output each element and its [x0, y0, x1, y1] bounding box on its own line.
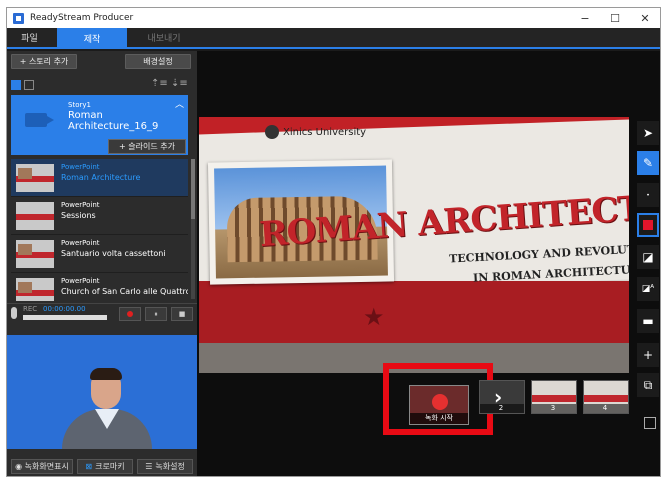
slide-thumbnail — [16, 278, 54, 301]
filmstrip-frame[interactable]: › 2 — [479, 380, 525, 414]
slide-thumbnail — [16, 164, 54, 192]
record-button[interactable] — [119, 307, 141, 321]
show-recording-screen-button[interactable]: ◉ 녹화화면표시 — [11, 459, 73, 474]
slide-title: Church of San Carlo alle Quattro — [61, 287, 188, 296]
tab-export[interactable]: 내보내기 — [129, 28, 199, 47]
filmstrip-frame[interactable]: 3 — [531, 380, 577, 414]
rec-timer: 00:00:00.00 — [43, 305, 86, 313]
record-dot-icon — [432, 394, 448, 410]
slide-thumbnail — [16, 240, 54, 268]
move-up-icon[interactable]: ⇡≡ — [151, 78, 168, 89]
collapse-icon[interactable]: ︿ — [175, 97, 184, 110]
story-panel: + 스토리 추가 배경설정 ⇡≡ ⇣≡ Story1 Roman Archite… — [7, 51, 197, 476]
chroma-key-button[interactable]: ⊠ 크로마키 — [77, 459, 133, 474]
tab-produce[interactable]: 제작 — [57, 28, 127, 49]
recording-settings-label: 녹화설정 — [155, 462, 185, 471]
settings-icon: ☰ — [145, 462, 153, 471]
slide-item[interactable]: PowerPoint Roman Architecture — [11, 159, 188, 197]
record-start-highlight: 녹화 시작 — [383, 363, 493, 435]
recording-settings-button[interactable]: ☰ 녹화설정 — [137, 459, 193, 474]
annotation-toolbar: ➤ ✎ • ◪ ◪ᴬ ▬ + ⧉ — [637, 121, 660, 401]
app-icon — [13, 12, 24, 24]
record-start-button[interactable]: 녹화 시작 — [409, 385, 469, 425]
pause-button[interactable]: ⏸ — [145, 307, 167, 321]
slide-type: PowerPoint — [61, 163, 100, 171]
tab-file[interactable]: 파일 — [7, 28, 52, 47]
slide-canvas[interactable]: Xinics University ROMAN ARCHITECTURE TEC… — [199, 117, 629, 373]
minimize-button[interactable]: − — [570, 8, 600, 28]
story-title: Roman Architecture_16_9 — [68, 110, 159, 132]
slide-type: PowerPoint — [61, 201, 100, 209]
record-start-label: 녹화 시작 — [410, 413, 468, 424]
filmstrip: 녹화 시작 › 2 3 4 — [197, 360, 660, 435]
slide-type: PowerPoint — [61, 277, 100, 285]
list-view-icon[interactable] — [24, 80, 34, 90]
university-emblem-icon — [265, 125, 279, 139]
slide-title: Roman Architecture — [61, 173, 141, 182]
university-logo: Xinics University — [265, 125, 366, 139]
chroma-key-label: 크로마키 — [95, 462, 125, 471]
erase-all-icon[interactable]: ◪ᴬ — [637, 277, 659, 301]
pen-icon[interactable]: ✎ — [637, 151, 659, 175]
window-controls: − ☐ ✕ — [570, 8, 660, 28]
university-name: Xinics University — [283, 126, 367, 138]
move-down-icon[interactable]: ⇣≡ — [171, 78, 188, 89]
add-story-button[interactable]: + 스토리 추가 — [11, 54, 77, 69]
recording-options: ◉ 녹화화면표시 ⊠ 크로마키 ☰ 녹화설정 — [7, 456, 197, 476]
webcam-preview — [7, 335, 197, 449]
background-settings-button[interactable]: 배경설정 — [125, 54, 191, 69]
dot-icon[interactable]: • — [637, 183, 659, 207]
slide-item[interactable]: PowerPoint Church of San Carlo alle Quat… — [11, 273, 188, 301]
fullscreen-icon[interactable] — [644, 417, 656, 429]
microphone-icon[interactable] — [11, 307, 17, 319]
story-label: Story1 — [68, 101, 91, 109]
chroma-key-icon: ⊠ — [85, 462, 93, 471]
slide-list: PowerPoint Roman Architecture PowerPoint… — [11, 159, 188, 301]
slide-item[interactable]: PowerPoint Sessions — [11, 197, 188, 235]
record-bar: REC 00:00:00.00 ⏸ ■ — [7, 303, 197, 323]
slide-type: PowerPoint — [61, 239, 100, 247]
close-button[interactable]: ✕ — [630, 8, 660, 28]
window-title: ReadyStream Producer — [30, 13, 134, 23]
add-slide-button[interactable]: + 슬라이드 추가 — [108, 139, 186, 154]
video-camera-icon — [25, 113, 54, 127]
maximize-button[interactable]: ☐ — [600, 8, 630, 28]
color-picker[interactable] — [637, 213, 659, 237]
app-window: ReadyStream Producer − ☐ ✕ 파일 제작 내보내기 + … — [6, 7, 661, 477]
title-bar: ReadyStream Producer − ☐ ✕ — [7, 8, 660, 28]
slide-title: Sessions — [61, 211, 96, 220]
rec-label: REC — [23, 305, 38, 313]
stop-button[interactable]: ■ — [171, 307, 193, 321]
slide-list-scrollbar[interactable] — [191, 159, 195, 299]
grid-view-icon[interactable] — [11, 80, 21, 90]
slide-item[interactable]: PowerPoint Santuario volta cassettoni — [11, 235, 188, 273]
slide-thumbnail — [16, 202, 54, 230]
board-icon[interactable]: ▬ — [637, 309, 659, 333]
eraser-icon[interactable]: ◪ — [637, 245, 659, 269]
pointer-icon[interactable]: ➤ — [637, 121, 659, 145]
filmstrip-frame[interactable]: 4 — [583, 380, 629, 414]
main-tabs: 파일 제작 내보내기 — [7, 28, 660, 49]
mic-level-slider[interactable] — [23, 315, 107, 320]
star-icon: ★ — [363, 303, 385, 331]
slide-title: Santuario volta cassettoni — [61, 249, 166, 258]
